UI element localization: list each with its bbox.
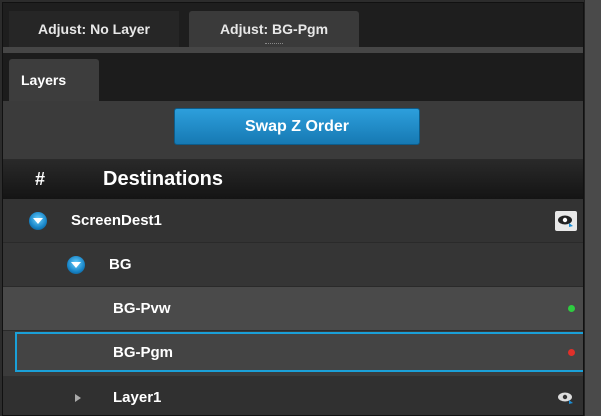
tree-row-bg-pgm[interactable]: BG-Pgm (15, 332, 583, 372)
layers-content: Swap Z Order # Destinations ScreenDest1 (3, 101, 583, 415)
column-destinations-header: Destinations (103, 167, 224, 190)
eye-icon[interactable] (555, 388, 577, 408)
status-dot-icon (568, 305, 575, 312)
row-label: BG-Pvw (113, 300, 171, 317)
row-label: ScreenDest1 (71, 212, 162, 229)
row-label: BG (109, 256, 132, 273)
row-label: Layer1 (113, 389, 162, 406)
adjust-panel: Adjust: No Layer Adjust: BG-Pgm Layers S… (2, 2, 584, 416)
tree-row-bg[interactable]: BG (3, 243, 583, 287)
expand-toggle-icon[interactable] (29, 211, 47, 230)
top-tab-bar: Adjust: No Layer Adjust: BG-Pgm (3, 3, 583, 47)
tab-adjust-no-layer[interactable]: Adjust: No Layer (9, 11, 179, 47)
drag-grip[interactable] (265, 43, 283, 45)
eye-icon[interactable] (555, 210, 577, 231)
sub-tab-bar: Layers (3, 53, 583, 101)
destinations-header: # Destinations (3, 159, 583, 199)
column-number-header: # (35, 168, 46, 189)
swap-z-order-button[interactable]: Swap Z Order (174, 108, 420, 145)
row-label: BG-Pgm (113, 343, 173, 361)
app-frame: Adjust: No Layer Adjust: BG-Pgm Layers S… (0, 0, 601, 416)
right-scroll-gutter[interactable] (584, 0, 601, 416)
tree-row-bg-pvw[interactable]: BG-Pvw (3, 287, 583, 331)
tree-row-layer1[interactable]: Layer1 (3, 376, 583, 415)
tab-adjust-bg-pgm[interactable]: Adjust: BG-Pgm (189, 11, 359, 47)
tree-row-screendest1[interactable]: ScreenDest1 (3, 199, 583, 243)
status-dot-icon (568, 348, 575, 356)
tab-layers[interactable]: Layers (9, 59, 99, 101)
expand-toggle-icon[interactable] (67, 255, 85, 274)
collapsed-arrow-icon[interactable] (75, 393, 81, 402)
